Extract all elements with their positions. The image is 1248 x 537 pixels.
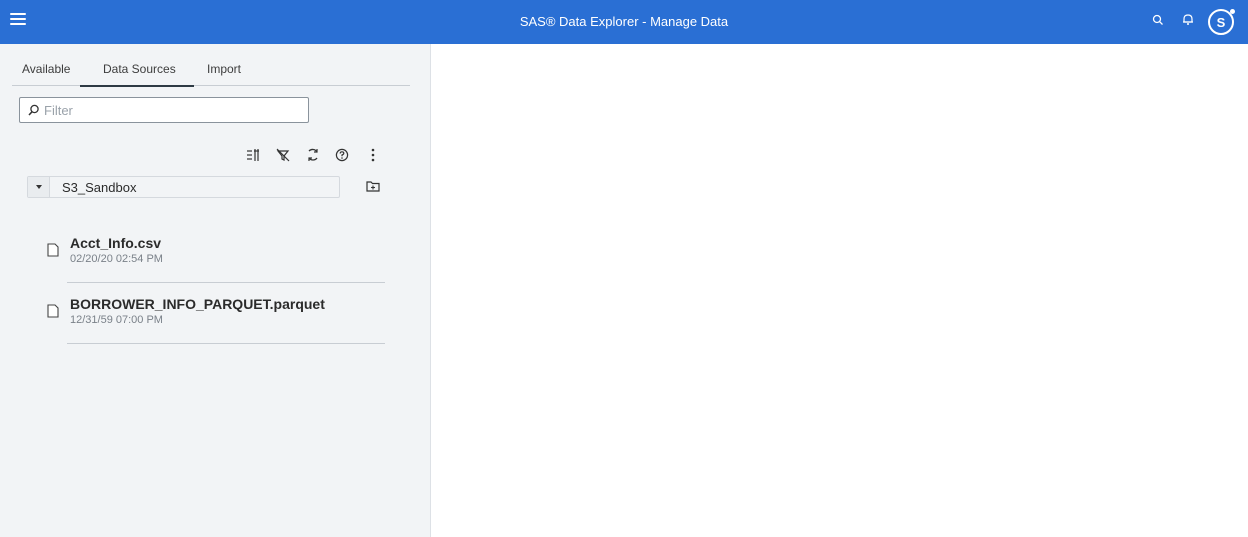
file-name: BORROWER_INFO_PARQUET.parquet (70, 296, 325, 312)
app-header: SAS® Data Explorer - Manage Data S (0, 0, 1248, 44)
user-avatar[interactable]: S (1208, 9, 1235, 35)
avatar-letter: S (1216, 14, 1226, 30)
item-divider (67, 343, 385, 344)
help-icon[interactable] (335, 148, 349, 162)
refresh-icon[interactable] (306, 148, 320, 162)
new-folder-icon[interactable] (366, 180, 380, 192)
expand-toggle[interactable] (28, 177, 50, 197)
app-title: SAS® Data Explorer - Manage Data (519, 14, 729, 29)
caret-down-icon (36, 185, 42, 189)
filter-field[interactable] (19, 97, 309, 123)
data-source-selector[interactable]: S3_Sandbox (27, 176, 340, 198)
item-divider (67, 282, 385, 283)
document-icon (47, 243, 59, 257)
data-source-name: S3_Sandbox (62, 180, 137, 195)
avatar-status-dot (1230, 9, 1235, 14)
tab-import[interactable]: Import (207, 62, 241, 76)
bell-icon[interactable] (1182, 13, 1194, 26)
file-name: Acct_Info.csv (70, 235, 162, 251)
file-list-item[interactable]: BORROWER_INFO_PARQUET.parquet 12/31/59 0… (47, 296, 387, 346)
active-tab-indicator (80, 85, 194, 87)
tab-available[interactable]: Available (22, 62, 70, 76)
document-icon (47, 304, 59, 318)
filter-search-icon (28, 104, 39, 116)
clear-filter-icon[interactable] (276, 148, 290, 162)
file-list-item[interactable]: Acct_Info.csv 02/20/20 02:54 PM (47, 235, 387, 285)
more-options-icon[interactable] (370, 148, 376, 162)
file-modified-date: 02/20/20 02:54 PM (70, 253, 163, 265)
search-icon[interactable] (1152, 14, 1164, 26)
tab-data-sources[interactable]: Data Sources (103, 62, 176, 83)
panel-tabs: Available Data Sources Import (12, 44, 410, 86)
filter-input[interactable] (44, 101, 304, 119)
sort-icon[interactable] (246, 148, 260, 162)
file-modified-date: 12/31/59 07:00 PM (70, 314, 163, 326)
data-sources-panel: Available Data Sources Import Filter S3_… (0, 44, 431, 537)
